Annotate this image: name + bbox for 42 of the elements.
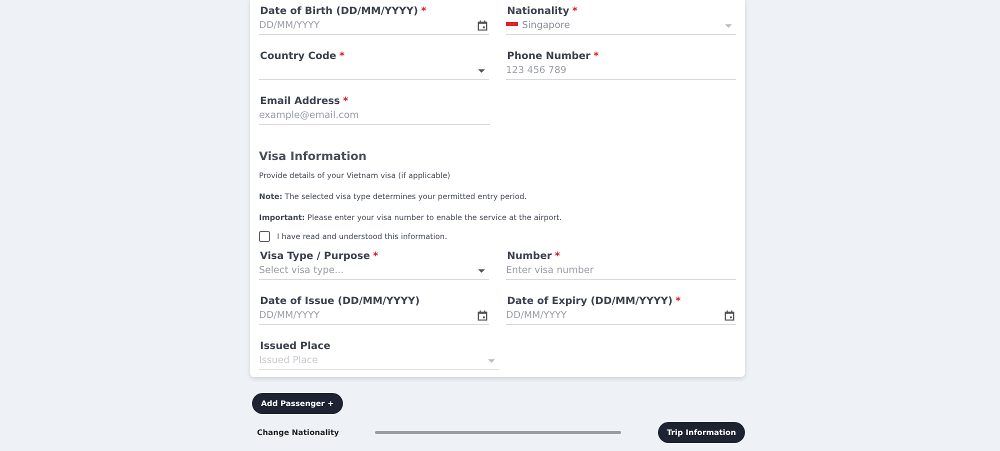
required-mark: * (343, 96, 348, 107)
input-field[interactable]: Select visa type... (259, 262, 489, 280)
checkbox[interactable] (259, 231, 270, 242)
input-field[interactable]: 123 456 789 (506, 62, 736, 80)
section-heading: Visa Information (259, 149, 368, 163)
caret-icon[interactable] (478, 268, 485, 272)
required-mark: * (373, 251, 378, 262)
required-mark: * (339, 51, 345, 62)
required-mark: * (676, 296, 681, 307)
field-placeholder: Enter visa number (506, 265, 594, 276)
field-label: Issued Place (260, 341, 330, 352)
calendar-icon[interactable] (477, 310, 488, 321)
field-placeholder: example@email.com (259, 110, 359, 121)
field-placeholder: DD/MM/YYYY (259, 310, 320, 321)
input-field[interactable]: example@email.com (259, 107, 490, 125)
field-label: Nationality (507, 6, 570, 17)
field-label: Visa Type / Purpose (260, 251, 370, 262)
field-placeholder: DD/MM/YYYY (506, 310, 567, 321)
field-label: Number (507, 251, 552, 262)
input-field[interactable]: DD/MM/YYYY (506, 307, 736, 325)
field-placeholder: 123 456 789 (506, 65, 566, 76)
field-placeholder: DD/MM/YYYY (259, 20, 320, 31)
field-label: Date of Expiry (DD/MM/YYYY) (507, 296, 673, 307)
calendar-icon[interactable] (477, 20, 488, 31)
field-label: Country Code (260, 51, 336, 62)
input-field[interactable]: Enter visa number (506, 262, 736, 280)
field-placeholder: Select visa type... (259, 265, 344, 276)
field-value: Singapore (522, 20, 570, 31)
required-mark: * (572, 6, 578, 17)
required-mark: * (554, 251, 560, 262)
calendar-icon[interactable] (724, 310, 735, 321)
field-label: Date of Issue (DD/MM/YYYY) (260, 296, 420, 307)
field-label: Phone Number (507, 51, 590, 62)
flag-icon (506, 22, 518, 30)
input-field[interactable]: Singapore (506, 17, 736, 35)
required-mark: * (421, 6, 426, 17)
required-mark: * (593, 51, 599, 62)
input-field[interactable]: DD/MM/YYYY (259, 17, 489, 35)
field-label: Email Address (260, 96, 340, 107)
input-field[interactable]: DD/MM/YYYY (259, 307, 489, 325)
field-label: Date of Birth (DD/MM/YYYY) (260, 6, 418, 17)
caret-icon[interactable] (478, 68, 485, 72)
